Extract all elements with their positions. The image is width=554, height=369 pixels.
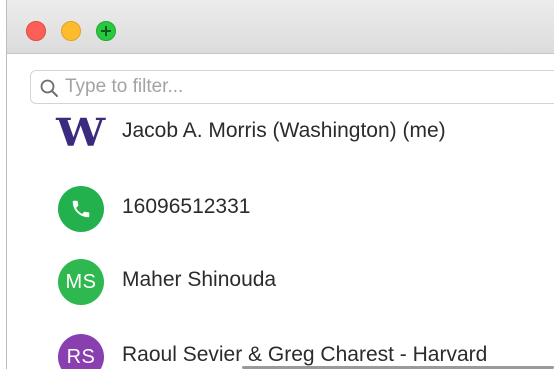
contact-name: Maher Shinouda <box>122 268 277 291</box>
contact-row[interactable]: RS Raoul Sevier & Greg Charest - Harvard <box>56 334 554 369</box>
filter-box[interactable] <box>30 70 554 104</box>
avatar: RS <box>58 334 104 369</box>
minimize-button[interactable] <box>61 21 81 41</box>
contact-row[interactable]: W Jacob A. Morris (Washington) (me) <box>56 110 554 158</box>
filter-input[interactable] <box>65 74 545 100</box>
plus-icon <box>101 26 111 36</box>
contact-row[interactable]: 16096512331 <box>56 186 554 234</box>
title-bar[interactable] <box>7 0 554 54</box>
close-button[interactable] <box>26 21 46 41</box>
contact-name: Raoul Sevier & Greg Charest - Harvard <box>122 343 488 366</box>
window-border <box>6 0 7 369</box>
avatar: MS <box>58 259 104 305</box>
washington-logo-icon: W <box>56 110 106 155</box>
contact-name: Jacob A. Morris (Washington) (me) <box>122 119 446 142</box>
zoom-button[interactable] <box>96 21 116 41</box>
phone-icon <box>58 186 104 232</box>
app-window: W Jacob A. Morris (Washington) (me) 1609… <box>0 0 554 369</box>
search-icon <box>40 79 58 97</box>
contact-row[interactable]: MS Maher Shinouda <box>56 259 554 307</box>
contact-name: 16096512331 <box>122 195 251 218</box>
